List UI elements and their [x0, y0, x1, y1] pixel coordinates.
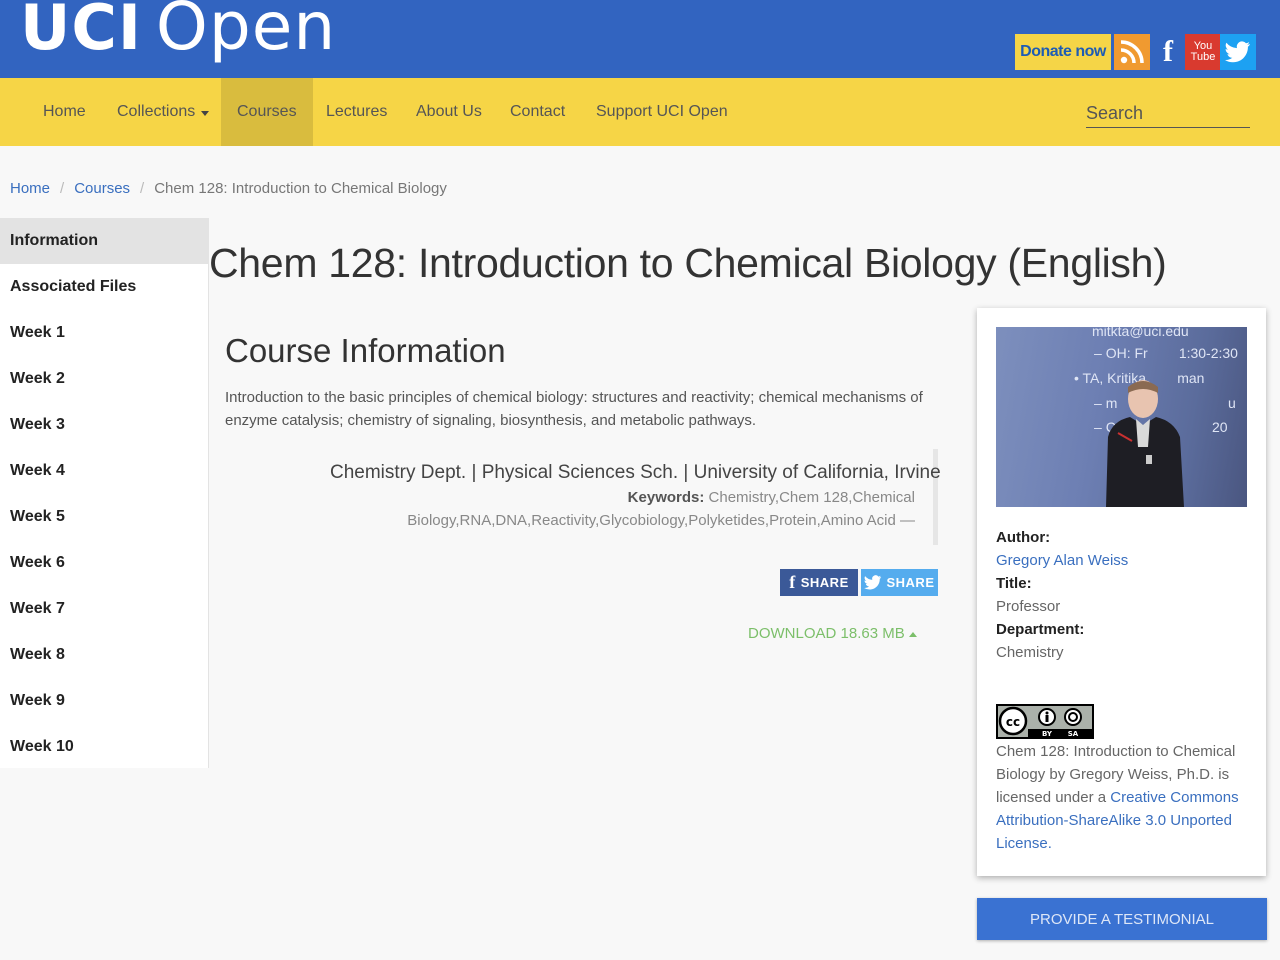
nav-contact[interactable]: Contact — [493, 78, 582, 146]
sidebar-item-week-6[interactable]: Week 6 — [0, 540, 208, 586]
keywords: Keywords: Chemistry,Chem 128,Chemical Bi… — [330, 486, 915, 532]
slide-text: – OH: Fr 1:30-2:30 — [1094, 345, 1238, 361]
course-description: Introduction to the basic principles of … — [225, 389, 923, 429]
breadcrumb-home[interactable]: Home — [10, 180, 50, 197]
department-value: Chemistry — [996, 644, 1064, 661]
author-card: mitkta@uci.edu – OH: Fr 1:30-2:30 • TA, … — [977, 308, 1266, 876]
nav-support[interactable]: Support UCI Open — [579, 78, 745, 146]
instructor-figure — [1106, 380, 1184, 507]
rss-glyph — [1120, 40, 1144, 64]
breadcrumb-separator: / — [140, 180, 145, 197]
sidebar-item-week-5[interactable]: Week 5 — [0, 494, 208, 540]
rss-icon[interactable] — [1114, 34, 1150, 70]
search-input[interactable] — [1086, 100, 1250, 126]
twitter-share-label: SHARE — [886, 575, 935, 590]
breadcrumb-courses[interactable]: Courses — [74, 180, 130, 197]
department-label: Department: — [996, 621, 1085, 638]
cc-by-sa-icon: cc BY SA — [998, 706, 1092, 738]
facebook-share-label: SHARE — [800, 575, 849, 590]
slide-text: 20 — [1212, 419, 1228, 435]
nav-courses-label: Courses — [237, 103, 297, 120]
youtube-icon[interactable]: You Tube — [1185, 34, 1221, 70]
caret-up-icon — [908, 631, 917, 637]
youtube-label: You Tube — [1190, 40, 1216, 63]
slide-line: u — [1228, 395, 1236, 411]
nav-courses[interactable]: Courses — [221, 78, 313, 146]
logo-uci: UCI — [20, 0, 142, 64]
nav-lectures[interactable]: Lectures — [309, 78, 404, 146]
sidebar-item-week-8[interactable]: Week 8 — [0, 632, 208, 678]
sidebar-item-week-2[interactable]: Week 2 — [0, 356, 208, 402]
department-line: Chemistry Dept. | Physical Sciences Sch.… — [330, 462, 941, 483]
nav-home[interactable]: Home — [26, 78, 103, 146]
download-link[interactable]: DOWNLOAD 18.63 MB — [748, 625, 917, 642]
search-box — [1086, 100, 1250, 128]
cc-sa-label: SA — [1068, 730, 1079, 737]
sidebar-item-week-9[interactable]: Week 9 — [0, 678, 208, 724]
nav-support-label: Support UCI Open — [596, 103, 728, 120]
nav-collections[interactable]: Collections — [100, 78, 226, 146]
license-text: Chem 128: Introduction to Chemical Biolo… — [996, 740, 1251, 855]
nav-contact-label: Contact — [510, 103, 566, 120]
sidebar-item-week-10[interactable]: Week 10 — [0, 724, 208, 770]
slide-line: 1:30-2:30 — [1178, 345, 1238, 361]
instructor-photo: mitkta@uci.edu – OH: Fr 1:30-2:30 • TA, … — [996, 327, 1247, 507]
facebook-icon[interactable]: f — [1150, 34, 1186, 70]
keywords-label: Keywords: — [627, 489, 705, 506]
facebook-share-button[interactable]: f SHARE — [780, 569, 858, 596]
author-label: Author: — [996, 529, 1051, 546]
nav-about-label: About Us — [416, 103, 482, 120]
nav-home-label: Home — [43, 103, 86, 120]
nav-collections-label: Collections — [117, 103, 196, 120]
breadcrumb-separator: / — [60, 180, 65, 197]
provide-testimonial-button[interactable]: PROVIDE A TESTIMONIAL — [977, 898, 1267, 940]
breadcrumb-current: Chem 128: Introduction to Chemical Biolo… — [154, 180, 447, 197]
section-title: Course Information — [225, 332, 506, 369]
slide-line: OH: Fr — [1105, 345, 1148, 361]
nav-about-us[interactable]: About Us — [399, 78, 499, 146]
title-value: Professor — [996, 598, 1061, 615]
sidebar-item-information[interactable]: Information — [0, 218, 208, 264]
twitter-icon[interactable] — [1220, 34, 1256, 70]
page-title: Chem 128: Introduction to Chemical Biolo… — [209, 240, 1167, 286]
download-label: DOWNLOAD 18.63 MB — [748, 625, 905, 642]
cc-by-label: BY — [1042, 730, 1053, 737]
facebook-icon: f — [789, 572, 796, 592]
slide-line: 20 — [1212, 419, 1228, 435]
twitter-bird-glyph — [1225, 41, 1250, 63]
sidebar-item-week-1[interactable]: Week 1 — [0, 310, 208, 356]
author-name-link[interactable]: Gregory Alan Weiss — [996, 552, 1128, 569]
slide-text: mitkta@uci.edu — [1092, 327, 1189, 339]
caret-down-icon — [201, 110, 210, 116]
sidebar-item-associated-files[interactable]: Associated Files — [0, 264, 208, 310]
site-logo[interactable]: UCI Open — [20, 0, 336, 60]
site-header: UCI Open Donate now f You Tube — [0, 0, 1280, 78]
slide-text: u — [1228, 395, 1236, 411]
title-label: Title: — [996, 575, 1032, 592]
course-sidebar: Information Associated Files Week 1 Week… — [0, 218, 209, 768]
breadcrumb: Home / Courses / Chem 128: Introduction to C… — [10, 180, 447, 197]
sidebar-item-week-3[interactable]: Week 3 — [0, 402, 208, 448]
creative-commons-badge[interactable]: cc BY SA — [996, 704, 1094, 739]
sidebar-item-week-7[interactable]: Week 7 — [0, 586, 208, 632]
slide-line: mitkta@uci.edu — [1092, 327, 1189, 339]
twitter-icon — [864, 575, 882, 590]
sidebar-item-week-4[interactable]: Week 4 — [0, 448, 208, 494]
donate-button[interactable]: Donate now — [1015, 34, 1111, 70]
twitter-share-button[interactable]: SHARE — [861, 569, 938, 596]
course-meta-quote: Chemistry Dept. | Physical Sciences Sch.… — [330, 449, 941, 545]
logo-open: Open — [155, 0, 337, 65]
cc-letters: cc — [1006, 715, 1020, 729]
nav-lectures-label: Lectures — [326, 103, 388, 120]
